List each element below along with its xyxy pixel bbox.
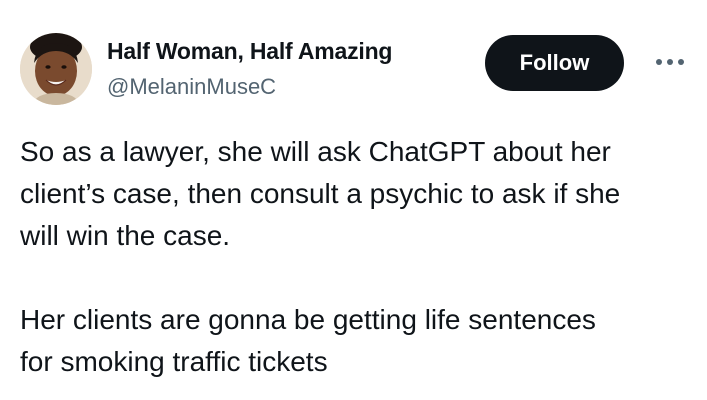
profile-photo-icon (20, 33, 92, 105)
author-handle[interactable]: @MelaninMuseC (107, 74, 276, 100)
more-options-icon (656, 59, 684, 65)
tweet-text: So as a lawyer, she will ask ChatGPT abo… (20, 131, 690, 383)
tweet-paragraph: So as a lawyer, she will ask ChatGPT abo… (20, 136, 621, 251)
author-display-name[interactable]: Half Woman, Half Amazing (107, 38, 392, 65)
author-avatar[interactable] (20, 33, 92, 105)
tweet-card: Half Woman, Half Amazing @MelaninMuseC F… (0, 0, 707, 400)
tweet-paragraph: Her clients are gonna be getting life se… (20, 304, 596, 377)
follow-button[interactable]: Follow (485, 35, 624, 91)
more-options-button[interactable] (650, 48, 690, 76)
